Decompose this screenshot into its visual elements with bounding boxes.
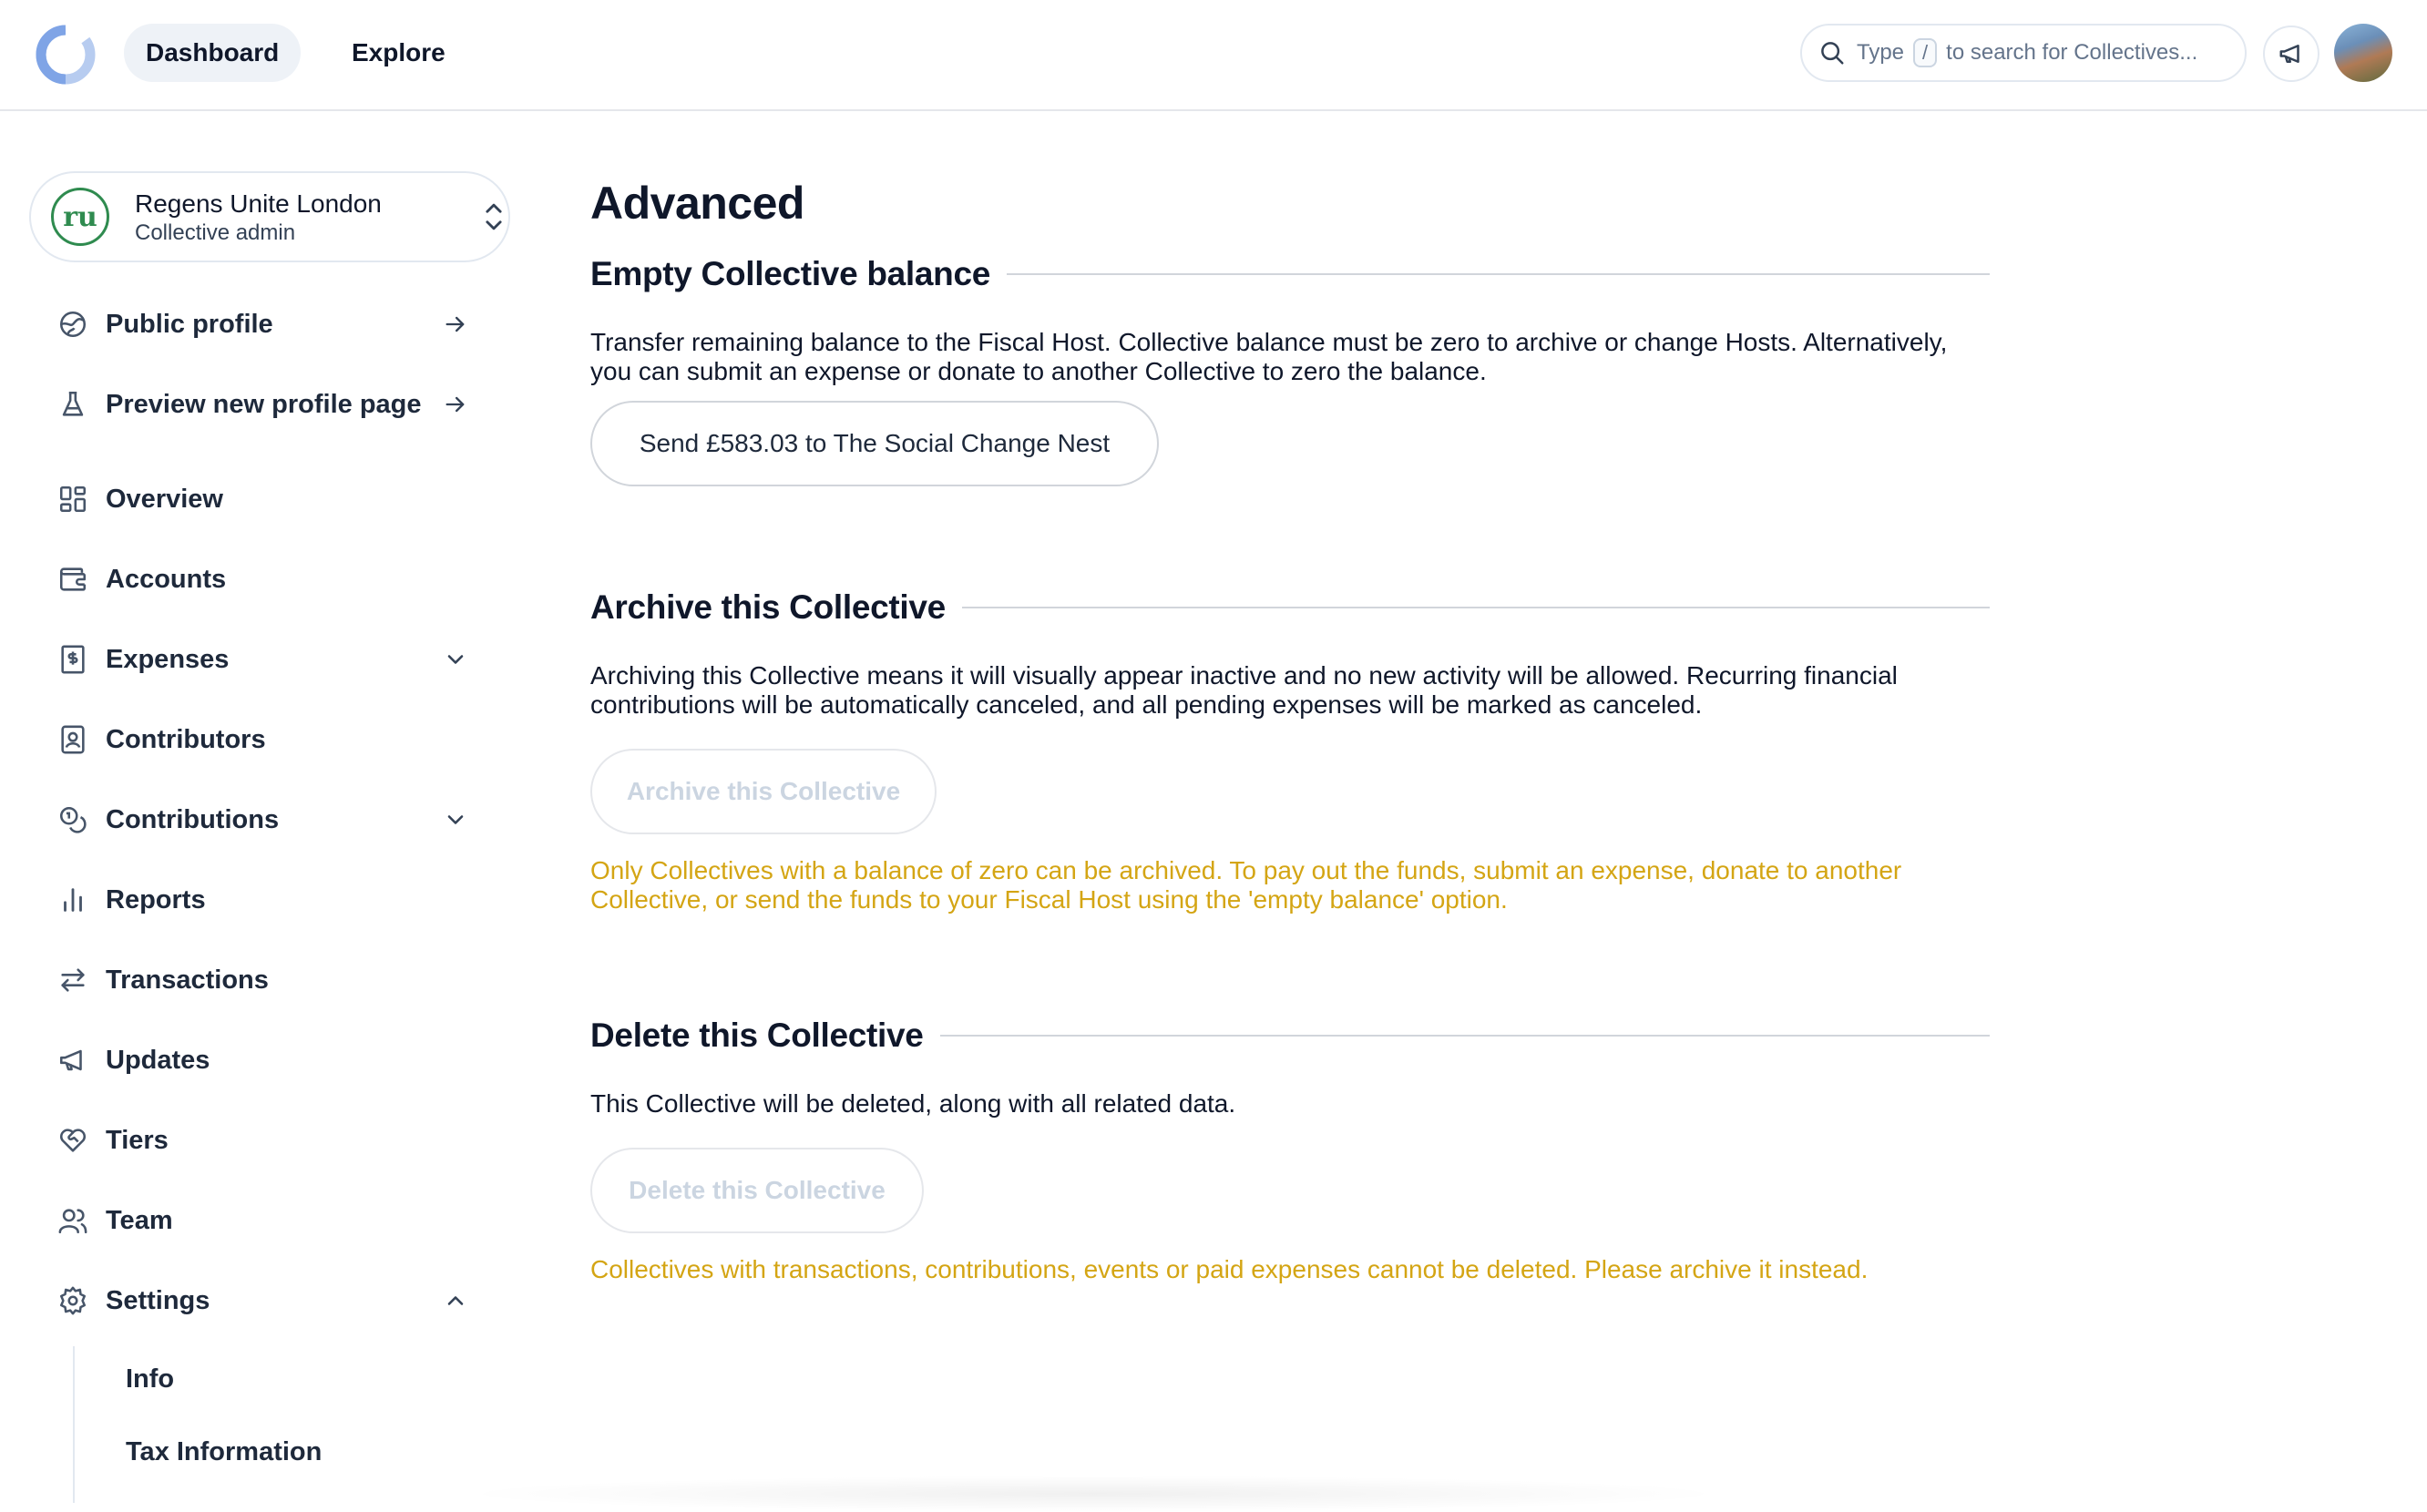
send-balance-button[interactable]: Send £583.03 to The Social Change Nest xyxy=(590,401,1159,486)
sidebar-item-label: Accounts xyxy=(106,564,227,594)
divider xyxy=(939,1035,1990,1037)
sidebar-item-label: Overview xyxy=(106,484,223,514)
arrow-right-icon xyxy=(437,306,474,342)
contact-icon xyxy=(55,721,91,758)
sidebar-item-accounts[interactable]: Accounts xyxy=(55,554,492,605)
chevron-down-icon[interactable] xyxy=(437,802,474,838)
dashboard-icon xyxy=(55,481,91,517)
empty-balance-description: Transfer remaining balance to the Fiscal… xyxy=(590,328,1948,385)
arrows-exchange-icon xyxy=(55,962,91,998)
sidebar-item-expenses[interactable]: Expenses xyxy=(55,634,492,685)
section-heading: Archive this Collective xyxy=(590,588,946,626)
divider xyxy=(1007,273,1990,275)
settings-sub-item-tax-information[interactable]: Tax Information xyxy=(126,1437,322,1467)
sidebar-item-label: Team xyxy=(106,1205,173,1235)
collective-logo: ru xyxy=(51,188,109,246)
search-prefix: Type xyxy=(1857,40,1905,65)
bottom-shadow xyxy=(456,1476,1731,1512)
sidebar-item-preview-profile[interactable]: Preview new profile page xyxy=(55,379,492,430)
coins-icon xyxy=(55,802,91,838)
chevron-down-icon[interactable] xyxy=(437,641,474,678)
sidebar-item-tiers[interactable]: Tiers xyxy=(55,1115,492,1166)
megaphone-icon xyxy=(2279,45,2299,63)
gear-icon xyxy=(55,1282,91,1319)
archive-collective-button[interactable]: Archive this Collective xyxy=(590,749,937,834)
opencollective-logo-icon[interactable] xyxy=(33,22,98,87)
section-empty-balance-header: Empty Collective balance xyxy=(590,251,1990,297)
sidebar-item-team[interactable]: Team xyxy=(55,1195,492,1246)
search-icon xyxy=(1821,42,1844,65)
search-placeholder: to search for Collectives... xyxy=(1946,40,2198,65)
nav-dashboard[interactable]: Dashboard xyxy=(124,24,302,82)
sidebar-item-label: Expenses xyxy=(106,644,230,674)
nav-explore[interactable]: Explore xyxy=(330,24,467,82)
sidebar-item-label: Tiers xyxy=(106,1125,169,1155)
sidebar-item-label: Contributors xyxy=(106,724,266,754)
globe-icon xyxy=(55,306,91,342)
section-heading: Delete this Collective xyxy=(590,1017,924,1054)
sidebar-item-label: Contributions xyxy=(106,804,280,834)
sidebar-item-updates[interactable]: Updates xyxy=(55,1035,492,1086)
chevron-up-icon[interactable] xyxy=(437,1282,474,1319)
section-archive-header: Archive this Collective xyxy=(590,585,1990,630)
account-switcher[interactable]: ru Regens Unite London Collective admin xyxy=(29,171,510,262)
megaphone-icon xyxy=(55,1042,91,1078)
sidebar-item-contributors[interactable]: Contributors xyxy=(55,714,492,765)
sidebar-item-contributions[interactable]: Contributions xyxy=(55,794,492,845)
settings-sub-item-info[interactable]: Info xyxy=(126,1364,174,1395)
sidebar-item-label: Transactions xyxy=(106,965,269,995)
user-avatar[interactable] xyxy=(2334,24,2392,82)
sidebar-item-transactions[interactable]: Transactions xyxy=(55,955,492,1006)
account-name: Regens Unite London xyxy=(135,189,382,218)
page-title: Advanced xyxy=(590,178,804,229)
sidebar-item-label: Preview new profile page xyxy=(106,389,422,419)
sidebar-item-overview[interactable]: Overview xyxy=(55,474,492,525)
settings-submenu-line xyxy=(73,1346,75,1503)
sidebar-item-label: Settings xyxy=(106,1285,210,1315)
chevrons-up-down-icon xyxy=(486,203,502,230)
updates-button[interactable] xyxy=(2263,26,2319,82)
account-role: Collective admin xyxy=(135,220,296,245)
sidebar-item-reports[interactable]: Reports xyxy=(55,874,492,925)
archive-description: Archiving this Collective means it will … xyxy=(590,661,1898,719)
delete-collective-button[interactable]: Delete this Collective xyxy=(590,1148,924,1233)
delete-warning: Collectives with transactions, contribut… xyxy=(590,1255,1869,1283)
search-input[interactable]: Type / to search for Collectives... xyxy=(1800,24,2247,82)
top-bar: Dashboard Explore Type / to search for C… xyxy=(0,0,2427,111)
receipt-icon xyxy=(55,641,91,678)
sidebar-item-label: Reports xyxy=(106,884,206,914)
divider xyxy=(961,607,1990,608)
section-delete-header: Delete this Collective xyxy=(590,1013,1990,1058)
wallet-icon xyxy=(55,561,91,598)
arrow-right-icon xyxy=(437,386,474,423)
sidebar-item-label: Updates xyxy=(106,1045,210,1075)
delete-description: This Collective will be deleted, along w… xyxy=(590,1089,1236,1118)
heart-handshake-icon xyxy=(55,1122,91,1159)
archive-warning: Only Collectives with a balance of zero … xyxy=(590,856,1902,914)
search-shortcut-key: / xyxy=(1913,38,1938,67)
section-heading: Empty Collective balance xyxy=(590,255,991,292)
flask-icon xyxy=(55,386,91,423)
sidebar-item-label: Public profile xyxy=(106,309,273,339)
sidebar-item-settings[interactable]: Settings xyxy=(55,1275,492,1326)
bar-chart-icon xyxy=(55,882,91,918)
sidebar-item-public-profile[interactable]: Public profile xyxy=(55,299,492,350)
users-icon xyxy=(55,1202,91,1239)
